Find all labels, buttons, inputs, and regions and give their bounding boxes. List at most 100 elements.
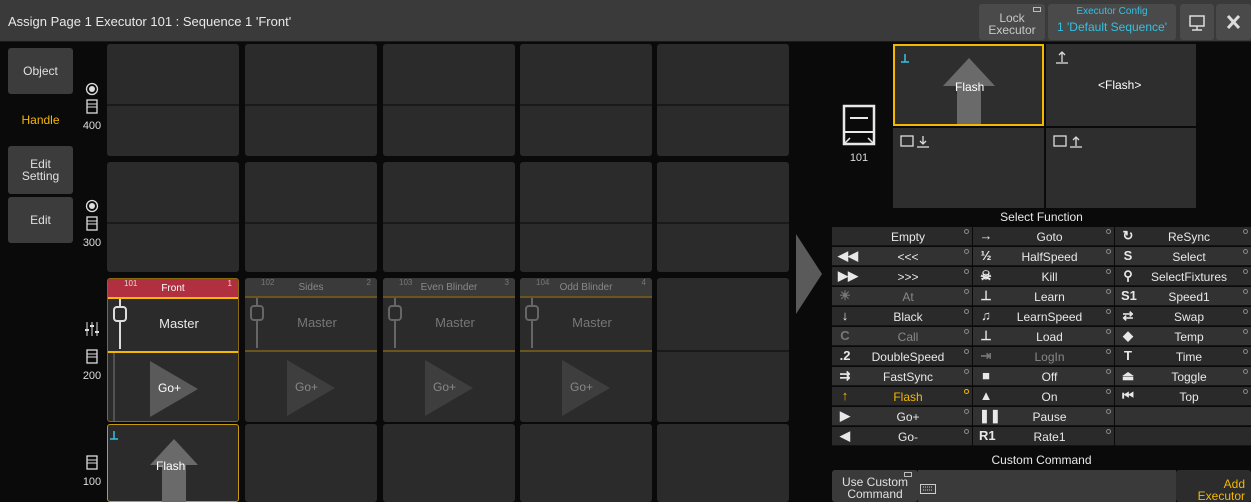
tab-handle[interactable]: Handle <box>8 97 73 143</box>
function-temp-item[interactable]: ◆ Temp <box>1115 327 1251 346</box>
function-selectfixtures-item[interactable]: ⚲ SelectFixtures <box>1115 267 1251 286</box>
indicator-dot-icon <box>964 409 969 414</box>
function-label: Go+ <box>896 410 920 424</box>
function-off-item[interactable]: ■ Off <box>973 367 1114 386</box>
row-label-300: 300 <box>80 199 104 249</box>
go-plus-button[interactable]: Go+ <box>383 352 515 422</box>
function--item[interactable]: ◀◀ <<< <box>832 247 972 266</box>
function-speed1-item[interactable]: S1 Speed1 <box>1115 287 1251 306</box>
tab-edit-setting[interactable]: Edit Setting <box>8 146 73 194</box>
executor-cell[interactable] <box>520 424 652 502</box>
function-time-item[interactable]: T Time <box>1115 347 1251 366</box>
function-label: Swap <box>1173 310 1205 324</box>
executor-cell[interactable] <box>657 44 789 156</box>
function-label: Temp <box>1174 330 1204 344</box>
close-button[interactable] <box>1216 4 1251 40</box>
function--item[interactable]: ▶▶ >>> <box>832 267 972 286</box>
executor-id: 103 <box>399 278 413 287</box>
key3-cell[interactable] <box>893 128 1044 208</box>
master-fader[interactable]: Master <box>245 298 377 350</box>
master-fader[interactable]: Master <box>383 298 515 350</box>
function-label: Call <box>897 330 919 344</box>
function-icon: ◆ <box>1123 328 1133 343</box>
executor-cell[interactable] <box>383 162 515 272</box>
function-flash-item[interactable]: ↑ Flash <box>832 387 972 406</box>
function-icon: ▶ <box>840 408 850 423</box>
keyboard-icon <box>920 484 936 494</box>
function-kill-item[interactable]: ☠ Kill <box>973 267 1114 286</box>
function-on-item[interactable]: ▲ On <box>973 387 1114 406</box>
executor-cell[interactable] <box>107 162 239 272</box>
executor-config-button[interactable]: Executor Config 1 'Default Sequence' <box>1048 4 1176 40</box>
function-at-item[interactable]: ☀ At <box>832 287 972 306</box>
executor-id: 102 <box>261 278 275 287</box>
executor-cell[interactable] <box>245 424 377 502</box>
go-plus-button[interactable]: Go+ <box>245 352 377 422</box>
function-go-item[interactable]: ▶ Go+ <box>832 407 972 426</box>
master-fader[interactable]: Master <box>520 298 652 350</box>
function-go-item[interactable]: ◀ Go- <box>832 427 972 446</box>
executor-front[interactable]: Front 101 1 Master Go+ <box>107 278 239 422</box>
function-icon: ↑ <box>841 388 849 403</box>
function-learnspeed-item[interactable]: ♫ LearnSpeed <box>973 307 1114 326</box>
executor-cell[interactable] <box>383 424 515 502</box>
key4-cell[interactable] <box>1046 128 1196 208</box>
custom-command-input[interactable] <box>918 470 1176 502</box>
function-fastsync-item[interactable]: ⇉ FastSync <box>832 367 972 386</box>
display-button[interactable] <box>1180 4 1214 40</box>
use-custom-command-button[interactable]: Use Custom Command <box>832 470 918 502</box>
key2-flash-cell[interactable]: <Flash> <box>1046 44 1196 126</box>
function-top-item[interactable]: ⏮ Top <box>1115 387 1251 406</box>
function-label: SelectFixtures <box>1150 270 1228 284</box>
go-plus-button[interactable]: Go+ <box>520 352 652 422</box>
function-label: LogIn <box>1034 350 1065 364</box>
function-swap-item[interactable]: ⇄ Swap <box>1115 307 1251 326</box>
function-icon: T <box>1124 348 1132 363</box>
fader-knob-icon <box>250 298 264 348</box>
executor-cell[interactable] <box>657 424 789 502</box>
executor-even-blinder[interactable]: Even Blinder 103 3 Master Go+ <box>383 278 515 422</box>
flash-key-cell[interactable]: Flash <box>107 424 239 502</box>
executor-cell[interactable] <box>520 162 652 272</box>
indicator-dot-icon <box>1106 249 1111 254</box>
function-black-item[interactable]: ↓ Black <box>832 307 972 326</box>
function-load-item[interactable]: ⊥ Load <box>973 327 1114 346</box>
tab-edit[interactable]: Edit <box>8 197 73 243</box>
indicator-dot-icon <box>1106 369 1111 374</box>
key1-flash-cell[interactable]: Flash <box>893 44 1044 126</box>
executor-cell[interactable] <box>657 162 789 272</box>
executor-sides[interactable]: Sides 102 2 Master Go+ <box>245 278 377 422</box>
function-rate1-item[interactable]: R1 Rate1 <box>973 427 1114 446</box>
function-login-item[interactable]: ⇥ LogIn <box>973 347 1114 366</box>
executor-cell[interactable] <box>383 44 515 156</box>
function-pause-item[interactable]: ❚❚ Pause <box>973 407 1114 426</box>
add-executor-button[interactable]: Add Executor <box>1176 470 1251 502</box>
executor-cell[interactable] <box>107 44 239 156</box>
function-resync-item[interactable]: ↻ ReSync <box>1115 227 1251 246</box>
function-call-item[interactable]: C Call <box>832 327 972 346</box>
executor-config-label: Executor Config <box>1076 6 1148 17</box>
select-function-title: Select Function <box>1000 210 1083 224</box>
executor-cell[interactable] <box>245 162 377 272</box>
executor-cell[interactable] <box>520 44 652 156</box>
row-number: 300 <box>82 237 102 249</box>
function-label: Black <box>893 310 923 324</box>
function-select-item[interactable]: S Select <box>1115 247 1251 266</box>
function-toggle-item[interactable]: ⏏ Toggle <box>1115 367 1251 386</box>
function-goto-item[interactable]: → Goto <box>973 227 1114 246</box>
function-empty-item[interactable]: Empty <box>832 227 972 246</box>
executor-cell[interactable] <box>657 278 789 422</box>
tab-object[interactable]: Object <box>8 48 73 94</box>
go-plus-button[interactable]: Go+ <box>108 353 238 421</box>
function-halfspeed-item[interactable]: ½ HalfSpeed <box>973 247 1114 266</box>
executor-odd-blinder[interactable]: Odd Blinder 104 4 Master Go+ <box>520 278 652 422</box>
master-fader[interactable]: Master <box>108 299 238 351</box>
custom-command-title: Custom Command <box>991 453 1092 467</box>
function-label: Learn <box>1034 290 1065 304</box>
lock-executor-button[interactable]: Lock Executor <box>979 4 1045 40</box>
indicator-dot-icon <box>1243 269 1248 274</box>
executor-cell[interactable] <box>245 44 377 156</box>
function-icon: R1 <box>979 428 996 443</box>
function-learn-item[interactable]: ⊥ Learn <box>973 287 1114 306</box>
function-doublespeed-item[interactable]: .2 DoubleSpeed <box>832 347 972 366</box>
